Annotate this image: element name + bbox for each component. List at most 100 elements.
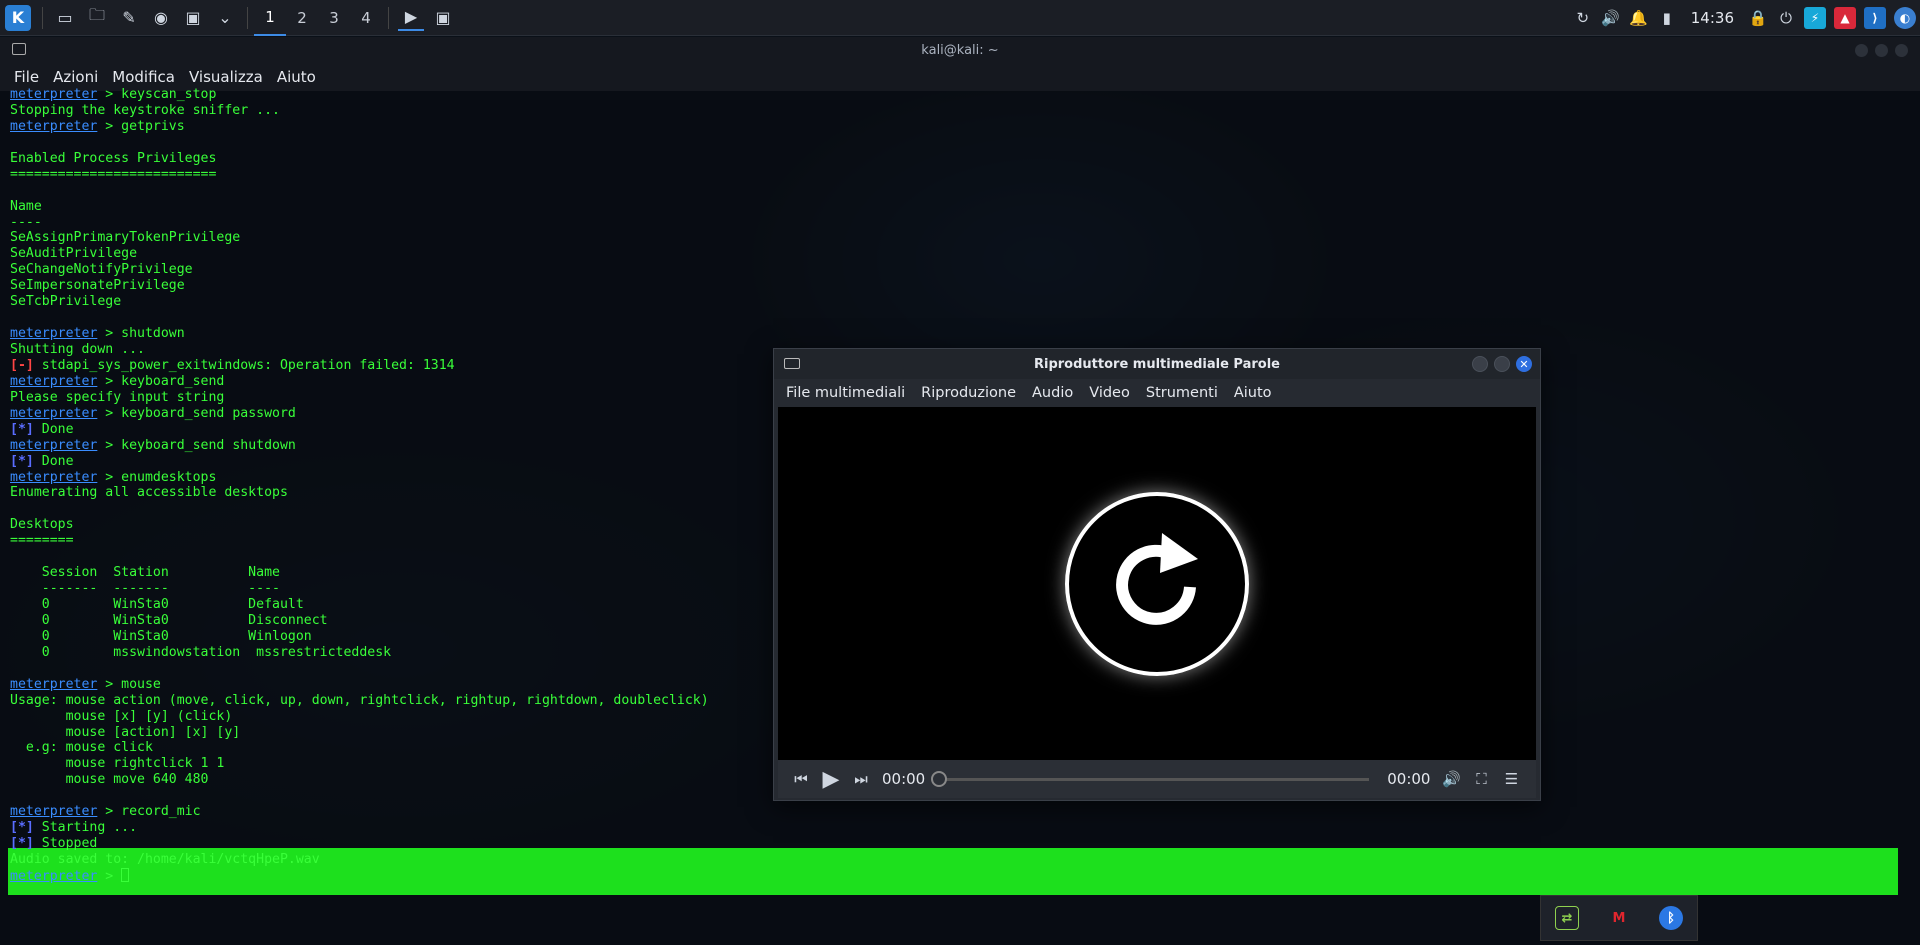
menu-audio[interactable]: Audio bbox=[1032, 385, 1073, 401]
menu-video[interactable]: Video bbox=[1089, 385, 1130, 401]
prompt-label: meterpreter bbox=[10, 868, 98, 884]
terminal-line: meterpreter > bbox=[10, 867, 1910, 884]
command-text: > mouse bbox=[97, 676, 161, 692]
playlist-icon[interactable]: ☰ bbox=[1496, 770, 1526, 788]
app-icon[interactable]: ◐ bbox=[1894, 6, 1916, 29]
prompt-label: meterpreter bbox=[10, 676, 98, 692]
parole-titlebar[interactable]: Riproduttore multimediale Parole ✕ bbox=[774, 349, 1540, 379]
seek-knob[interactable] bbox=[931, 770, 948, 787]
chevron-down-icon[interactable]: ⌄ bbox=[212, 5, 238, 31]
time-current: 00:00 bbox=[882, 770, 926, 788]
terminal-line: [*] Starting ... bbox=[10, 820, 1910, 836]
menu-aiuto[interactable]: Aiuto bbox=[277, 68, 316, 86]
menu-strumenti[interactable]: Strumenti bbox=[1146, 385, 1218, 401]
prompt-label: meterpreter bbox=[10, 804, 98, 820]
output-text: Done bbox=[33, 421, 74, 437]
menu-file-multimediali[interactable]: File multimediali bbox=[786, 385, 905, 401]
video-area[interactable] bbox=[778, 407, 1536, 760]
terminal-line: ========================== bbox=[10, 166, 217, 182]
status-tag: [-] bbox=[10, 357, 34, 373]
menu-aiuto[interactable]: Aiuto bbox=[1234, 385, 1272, 401]
file-manager-icon[interactable]: 🗀 bbox=[84, 5, 110, 31]
refresh-icon[interactable]: ↻ bbox=[1569, 0, 1597, 36]
close-button[interactable] bbox=[1895, 44, 1908, 57]
menu-riproduzione[interactable]: Riproduzione bbox=[921, 385, 1016, 401]
lock-icon[interactable]: 🔒 bbox=[1744, 0, 1772, 36]
workspace-1[interactable]: 1 bbox=[254, 0, 286, 36]
output-text: Starting ... bbox=[33, 820, 138, 836]
workspace-4[interactable]: 4 bbox=[350, 0, 382, 36]
maximize-button[interactable] bbox=[1494, 356, 1510, 372]
replay-icon[interactable] bbox=[1065, 491, 1249, 676]
terminal-line: meterpreter > record_mic bbox=[10, 804, 1910, 820]
terminal-line: SeTcbPrivilege bbox=[10, 294, 122, 310]
menu-modifica[interactable]: Modifica bbox=[112, 68, 175, 86]
panel-separator bbox=[247, 6, 248, 29]
maximize-button[interactable] bbox=[1875, 44, 1888, 57]
flash-icon[interactable]: ⚡ bbox=[1804, 6, 1826, 29]
volume-icon[interactable]: 🔊 bbox=[1597, 0, 1625, 36]
minimize-button[interactable] bbox=[1472, 356, 1488, 372]
close-button[interactable]: ✕ bbox=[1516, 356, 1532, 372]
status-tag: [*] bbox=[10, 820, 34, 836]
bluetooth-icon[interactable]: ᛒ bbox=[1659, 906, 1683, 930]
terminal-line: Name bbox=[10, 198, 42, 214]
terminal-line: meterpreter > shutdown bbox=[10, 326, 1910, 342]
terminal-window-icon bbox=[12, 43, 26, 55]
terminal-line: meterpreter > keyscan_stop bbox=[10, 87, 1910, 103]
terminal-icon[interactable]: ▣ bbox=[180, 5, 206, 31]
top-panel: K ▭ 🗀 ✎ ◉ ▣ ⌄ 1 2 3 4 ▶ ▣ ↻ 🔊 🔔 ▮ 14:36 … bbox=[0, 0, 1920, 36]
terminal-line: meterpreter > getprivs bbox=[10, 119, 1910, 135]
taskbar-parole-icon[interactable]: ▶ bbox=[398, 5, 424, 31]
prompt-label: meterpreter bbox=[10, 87, 98, 102]
fullscreen-icon[interactable]: ⛶ bbox=[1466, 770, 1496, 788]
menu-file[interactable]: File bbox=[14, 68, 39, 86]
terminal-line: SeAuditPrivilege bbox=[10, 246, 138, 262]
show-desktop-icon[interactable]: ▭ bbox=[52, 5, 78, 31]
minimize-button[interactable] bbox=[1855, 44, 1868, 57]
fire-icon[interactable]: ▲ bbox=[1834, 6, 1856, 29]
status-tag: [*] bbox=[10, 421, 34, 437]
app-launcher[interactable]: K bbox=[0, 0, 36, 36]
battery-icon[interactable]: ▮ bbox=[1653, 0, 1681, 36]
panel-separator bbox=[42, 6, 43, 29]
command-text: > bbox=[97, 868, 122, 884]
parole-window: Riproduttore multimediale Parole ✕ File … bbox=[773, 348, 1541, 801]
terminal-line: Stopping the keystroke sniffer ... bbox=[10, 102, 280, 118]
power-icon[interactable]: ⏻ bbox=[1772, 0, 1800, 36]
taskbar-terminal-icon[interactable]: ▣ bbox=[430, 5, 456, 31]
bell-icon[interactable]: 🔔 bbox=[1625, 0, 1653, 36]
previous-icon[interactable]: ⏮ bbox=[786, 770, 816, 788]
terminal-titlebar[interactable]: kali@kali: ~ bbox=[0, 37, 1920, 63]
playback-controls: ⏮ ▶ ⏭ 00:00 00:00 🔊 ⛶ ☰ bbox=[778, 760, 1536, 798]
volume-icon[interactable]: 🔊 bbox=[1436, 770, 1466, 788]
command-text: > keyscan_stop bbox=[97, 87, 217, 102]
terminal-line: Enabled Process Privileges bbox=[10, 150, 217, 166]
seek-bar[interactable] bbox=[931, 770, 1370, 787]
mcafee-icon[interactable]: M bbox=[1607, 906, 1631, 930]
network-icon[interactable]: ⇄ bbox=[1555, 906, 1579, 930]
workspace-2[interactable]: 2 bbox=[286, 0, 318, 36]
terminal-line: SeChangeNotifyPrivilege bbox=[10, 262, 193, 278]
menu-azioni[interactable]: Azioni bbox=[53, 68, 98, 86]
notification-tray: ⇄ M ᛒ bbox=[1540, 895, 1698, 941]
vscode-icon[interactable]: ⟩ bbox=[1864, 6, 1886, 29]
next-icon[interactable]: ⏭ bbox=[846, 770, 876, 788]
command-text: > keyboard_send bbox=[97, 373, 225, 389]
system-tray: ↻ 🔊 🔔 ▮ 14:36 🔒 ⏻ ⚡ ▲ ⟩ ◐ bbox=[1569, 0, 1920, 36]
terminal-line: Audio saved to: /home/kali/vctqHpeP.wav bbox=[10, 852, 320, 867]
prompt-label: meterpreter bbox=[10, 326, 98, 342]
terminal-line: SeAssignPrimaryTokenPrivilege bbox=[10, 230, 241, 246]
prompt-label: meterpreter bbox=[10, 373, 98, 389]
prompt-label: meterpreter bbox=[10, 405, 98, 421]
prompt-label: meterpreter bbox=[10, 118, 98, 134]
play-icon[interactable]: ▶ bbox=[816, 767, 846, 792]
workspace-3[interactable]: 3 bbox=[318, 0, 350, 36]
menu-visualizza[interactable]: Visualizza bbox=[189, 68, 263, 86]
clock[interactable]: 14:36 bbox=[1681, 9, 1744, 27]
text-editor-icon[interactable]: ✎ bbox=[116, 5, 142, 31]
firefox-icon[interactable]: ◉ bbox=[148, 5, 174, 31]
